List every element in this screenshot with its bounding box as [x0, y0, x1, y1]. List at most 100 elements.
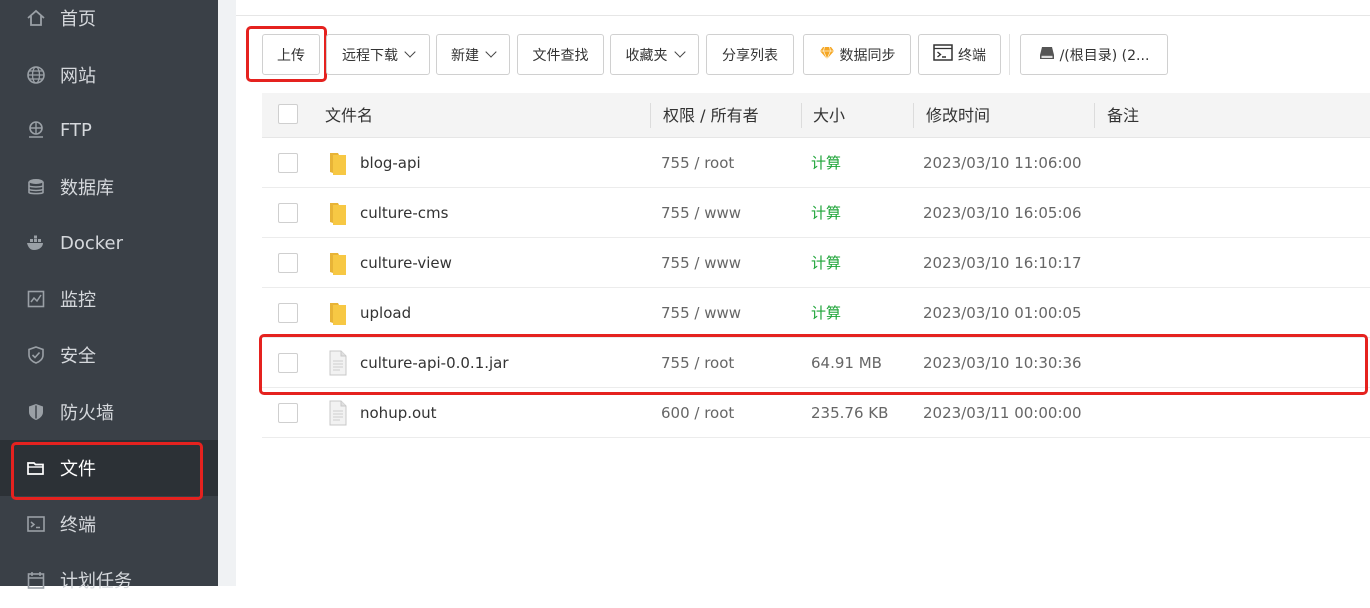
folder-icon [330, 253, 346, 275]
column-header-size[interactable]: 大小 [813, 93, 845, 138]
table-row[interactable]: blog-api 755 / root 计算 2023/03/10 11:06:… [262, 138, 1370, 188]
file-name[interactable]: nohup.out [360, 388, 437, 438]
file-mtime: 2023/03/11 00:00:00 [923, 404, 1082, 422]
file-mtime: 2023/03/10 16:05:06 [923, 204, 1082, 222]
file-table-header: 文件名 权限 / 所有者 大小 修改时间 备注 [262, 93, 1370, 138]
upload-button[interactable]: 上传 [262, 34, 320, 75]
sidebar-item-label: Docker [60, 232, 124, 254]
sidebar-item-firewall[interactable]: 防火墙 [0, 384, 218, 440]
sidebar-item-files[interactable]: 文件 [0, 440, 218, 496]
firewall-icon [26, 402, 46, 422]
file-permission[interactable]: 755 / www [661, 288, 741, 338]
file-permission[interactable]: 755 / root [661, 138, 734, 188]
row-checkbox[interactable] [278, 303, 298, 323]
column-divider [913, 103, 914, 128]
row-checkbox[interactable] [278, 203, 298, 223]
row-checkbox[interactable] [278, 153, 298, 173]
new-label: 新建 [451, 47, 479, 64]
file-mtime: 2023/03/10 11:06:00 [923, 154, 1082, 172]
calculate-size-link[interactable]: 计算 [811, 238, 841, 288]
row-checkbox[interactable] [278, 253, 298, 273]
sidebar-item-label: 文件 [60, 459, 96, 480]
file-permission[interactable]: 755 / www [661, 238, 741, 288]
file-mtime: 2023/03/10 01:00:05 [923, 304, 1082, 322]
table-row[interactable]: upload 755 / www 计算 2023/03/10 01:00:05 [262, 288, 1370, 338]
calculate-size-link[interactable]: 计算 [811, 288, 841, 338]
file-name[interactable]: culture-cms [360, 188, 448, 238]
table-row[interactable]: culture-view 755 / www 计算 2023/03/10 16:… [262, 238, 1370, 288]
favorites-button[interactable]: 收藏夹 [610, 34, 699, 75]
folder-icon [26, 458, 46, 478]
ftp-icon [26, 120, 46, 140]
file-permission[interactable]: 755 / www [661, 188, 741, 238]
globe-icon [26, 65, 46, 85]
docker-icon [26, 233, 46, 253]
gem-icon [819, 46, 835, 64]
sidebar-item-label: 网站 [60, 66, 96, 87]
file-name[interactable]: culture-view [360, 238, 452, 288]
chevron-down-icon [485, 46, 497, 58]
toolbar-divider [1009, 34, 1010, 75]
sidebar-item-cron[interactable]: 计划任务 [0, 552, 218, 608]
share-list-button[interactable]: 分享列表 [706, 34, 794, 75]
sidebar-item-label: 计划任务 [60, 571, 132, 592]
row-checkbox[interactable] [278, 403, 298, 423]
sidebar-item-website[interactable]: 网站 [0, 47, 218, 103]
column-divider [650, 103, 651, 128]
upload-label: 上传 [277, 47, 305, 64]
file-search-button[interactable]: 文件查找 [517, 34, 604, 75]
sidebar-item-label: 防火墙 [60, 403, 114, 424]
file-mtime: 2023/03/10 16:10:17 [923, 254, 1082, 272]
terminal-button[interactable]: 终端 [918, 34, 1001, 75]
sidebar-item-label: 监控 [60, 290, 96, 311]
calculate-size-link[interactable]: 计算 [811, 138, 841, 188]
select-all-checkbox[interactable] [278, 104, 298, 124]
chevron-down-icon [404, 46, 416, 58]
calculate-size-link[interactable]: 计算 [811, 188, 841, 238]
sidebar-item-terminal[interactable]: 终端 [0, 496, 218, 552]
sidebar-item-docker[interactable]: Docker [0, 215, 218, 271]
top-divider [236, 15, 1370, 16]
data-sync-button[interactable]: 数据同步 [803, 34, 911, 75]
folder-icon [330, 303, 346, 325]
file-search-label: 文件查找 [532, 47, 589, 64]
remote-download-label: 远程下载 [342, 47, 398, 64]
file-size: 64.91 MB [811, 354, 882, 372]
sidebar-item-monitor[interactable]: 监控 [0, 271, 218, 327]
sidebar-item-ftp[interactable]: FTP [0, 102, 218, 158]
sidebar: 首页 网站 FTP 数据库 Docker 监控 安全 防火墙 文件 终端 计划任… [0, 0, 218, 592]
new-button[interactable]: 新建 [436, 34, 510, 75]
table-row[interactable]: culture-api-0.0.1.jar 755 / root 64.91 M… [262, 338, 1370, 388]
file-name[interactable]: upload [360, 288, 411, 338]
terminal-label: 终端 [958, 47, 986, 64]
sidebar-item-label: 安全 [60, 346, 96, 367]
monitor-icon [26, 289, 46, 309]
column-header-mtime[interactable]: 修改时间 [926, 93, 990, 138]
file-name[interactable]: culture-api-0.0.1.jar [360, 338, 509, 388]
column-header-permission[interactable]: 权限 / 所有者 [663, 93, 759, 138]
remote-download-button[interactable]: 远程下载 [326, 34, 430, 75]
column-header-name[interactable]: 文件名 [325, 93, 373, 138]
shield-check-icon [26, 345, 46, 365]
row-checkbox[interactable] [278, 353, 298, 373]
file-mtime: 2023/03/10 10:30:36 [923, 354, 1082, 372]
file-permission[interactable]: 755 / root [661, 338, 734, 388]
folder-icon [330, 153, 346, 175]
chevron-down-icon [673, 46, 686, 58]
column-divider [1094, 103, 1095, 128]
column-header-note: 备注 [1107, 106, 1140, 125]
sidebar-item-database[interactable]: 数据库 [0, 159, 218, 215]
file-name[interactable]: blog-api [360, 138, 421, 188]
path-selector[interactable]: /(根目录) (2... [1020, 34, 1168, 75]
file-icon [329, 400, 347, 426]
home-icon [26, 8, 46, 28]
table-row[interactable]: culture-cms 755 / www 计算 2023/03/10 16:0… [262, 188, 1370, 238]
path-label: /(根目录) (2... [1059, 47, 1150, 64]
sidebar-item-label: 数据库 [60, 178, 114, 199]
database-icon [26, 177, 46, 197]
file-permission[interactable]: 600 / root [661, 388, 734, 438]
sidebar-item-security[interactable]: 安全 [0, 327, 218, 383]
sidebar-item-home[interactable]: 首页 [0, 0, 218, 46]
table-row[interactable]: nohup.out 600 / root 235.76 KB 2023/03/1… [262, 388, 1370, 438]
disk-icon [1039, 46, 1055, 64]
